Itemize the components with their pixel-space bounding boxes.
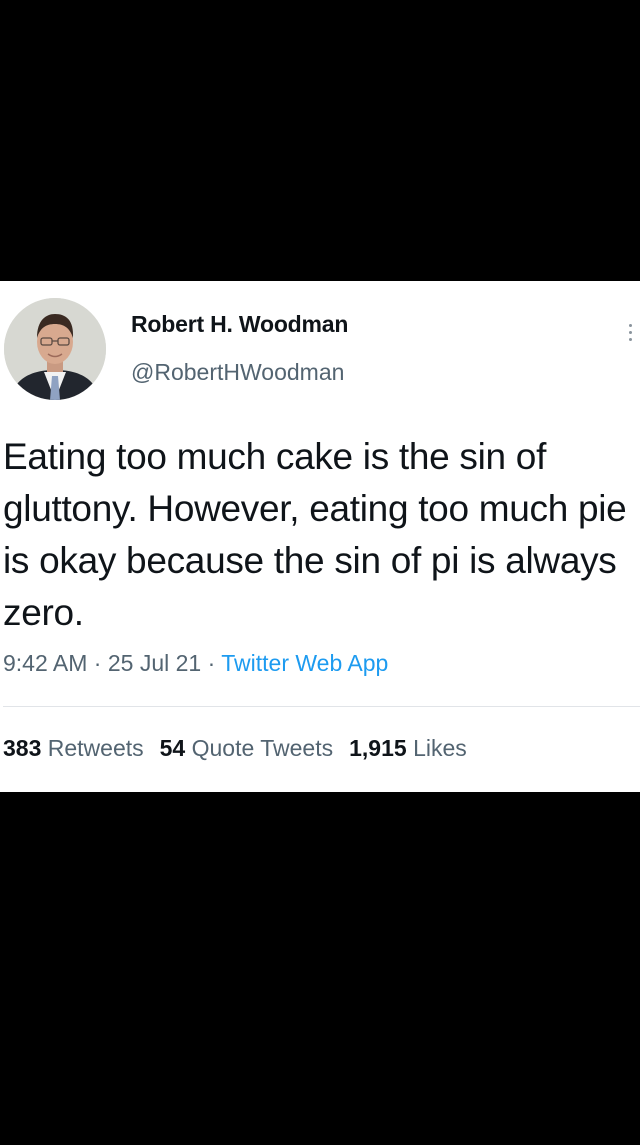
tweet-text: Eating too much cake is the sin of glutt… [3,436,627,633]
more-dot [628,337,632,341]
tweet-time[interactable]: 9:42 AM [3,650,87,676]
quotes-label: Quote Tweets [191,735,334,761]
tweet-source[interactable]: Twitter Web App [221,650,388,676]
tweet-meta: 9:42 AM · 25 Jul 21 · Twitter Web App [3,650,388,677]
quotes-count: 54 [159,735,186,761]
retweets-stat[interactable]: 383 Retweets [3,735,144,761]
more-dot [628,330,632,334]
tweet-card: Robert H. Woodman @RobertHWoodman Eating… [0,281,640,792]
likes-stat[interactable]: 1,915 Likes [349,735,467,761]
author-display-name[interactable]: Robert H. Woodman [131,311,348,338]
tweet-stats: 383 Retweets 54 Quote Tweets 1,915 Likes [3,735,467,762]
author-handle[interactable]: @RobertHWoodman [131,359,344,386]
divider [3,706,640,707]
avatar[interactable] [4,298,106,400]
more-dot [628,323,632,327]
tweet-date[interactable]: 25 Jul 21 [108,650,201,676]
meta-separator: · [93,650,102,676]
likes-count: 1,915 [349,735,407,761]
meta-separator: · [207,650,216,676]
more-vertical-icon[interactable] [620,315,640,349]
likes-label: Likes [413,735,467,761]
retweets-count: 383 [3,735,42,761]
retweets-label: Retweets [47,735,144,761]
quotes-stat[interactable]: 54 Quote Tweets [160,735,333,761]
